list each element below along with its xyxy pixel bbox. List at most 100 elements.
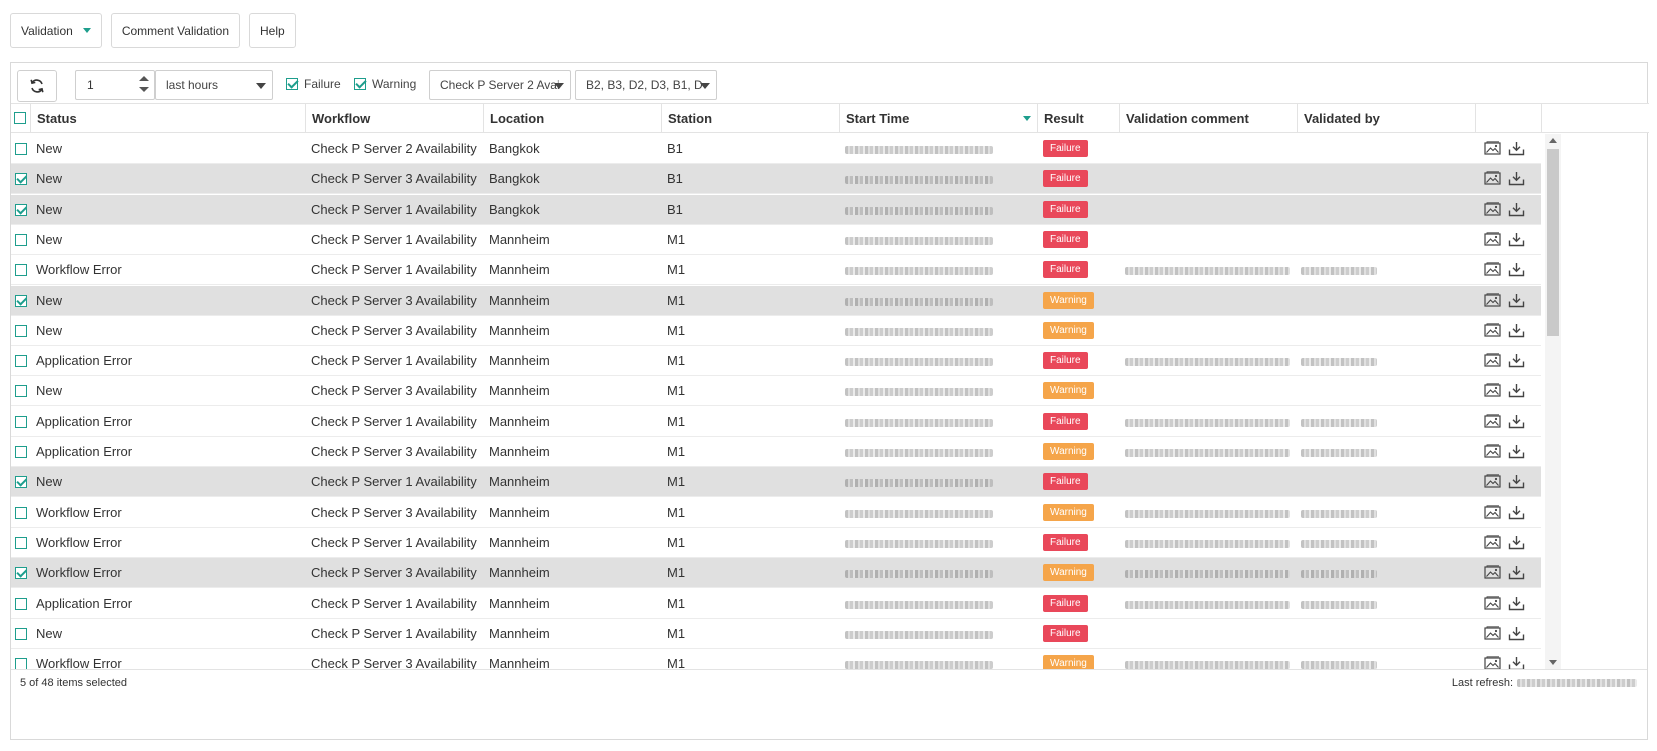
download-icon[interactable] xyxy=(1508,505,1525,520)
download-icon[interactable] xyxy=(1508,565,1525,580)
table-row[interactable]: New Check P Server 2 Availability Bangkok B… xyxy=(11,134,1541,164)
table-row[interactable]: New Check P Server 3 Availability Mannheim… xyxy=(11,376,1541,406)
download-icon[interactable] xyxy=(1508,596,1525,611)
download-icon[interactable] xyxy=(1508,383,1525,398)
image-icon[interactable] xyxy=(1484,232,1501,247)
scroll-down-icon[interactable] xyxy=(1549,660,1557,665)
column-header-validated-by[interactable]: Validated by xyxy=(1298,104,1476,133)
row-checkbox[interactable] xyxy=(15,628,27,640)
image-icon[interactable] xyxy=(1484,535,1501,550)
download-icon[interactable] xyxy=(1508,323,1525,338)
download-icon[interactable] xyxy=(1508,262,1525,277)
download-icon[interactable] xyxy=(1508,232,1525,247)
table-row[interactable]: Workflow Error Check P Server 3 Availabil… xyxy=(11,498,1541,528)
refresh-button[interactable] xyxy=(17,70,57,102)
sort-descending-icon[interactable] xyxy=(1023,116,1031,121)
image-icon[interactable] xyxy=(1484,141,1501,156)
table-row[interactable]: New Check P Server 3 Availability Mannheim… xyxy=(11,316,1541,346)
table-row[interactable]: New Check P Server 1 Availability Mannheim… xyxy=(11,225,1541,255)
scroll-up-icon[interactable] xyxy=(1549,138,1557,143)
column-header-workflow[interactable]: Workflow xyxy=(306,104,484,133)
row-checkbox[interactable] xyxy=(15,476,27,488)
image-icon[interactable] xyxy=(1484,505,1501,520)
image-icon[interactable] xyxy=(1484,656,1501,669)
image-icon[interactable] xyxy=(1484,293,1501,308)
download-icon[interactable] xyxy=(1508,141,1525,156)
row-checkbox[interactable] xyxy=(15,234,27,246)
download-icon[interactable] xyxy=(1508,656,1525,669)
table-row[interactable]: Application Error Check P Server 1 Availa… xyxy=(11,589,1541,619)
download-icon[interactable] xyxy=(1508,626,1525,641)
vertical-scrollbar[interactable] xyxy=(1545,134,1561,669)
row-checkbox[interactable] xyxy=(15,658,27,669)
row-checkbox[interactable] xyxy=(15,143,27,155)
image-icon[interactable] xyxy=(1484,596,1501,611)
count-stepper[interactable]: 1 xyxy=(75,70,155,100)
download-icon[interactable] xyxy=(1508,414,1525,429)
table-row[interactable]: Workflow Error Check P Server 3 Availabil… xyxy=(11,649,1541,669)
period-select[interactable]: last hours xyxy=(155,70,273,100)
image-icon[interactable] xyxy=(1484,414,1501,429)
download-icon[interactable] xyxy=(1508,353,1525,368)
workflow-filter-select[interactable]: Check P Server 2 Avai xyxy=(429,70,571,100)
table-row[interactable]: Application Error Check P Server 1 Availa… xyxy=(11,407,1541,437)
image-icon[interactable] xyxy=(1484,171,1501,186)
row-checkbox[interactable] xyxy=(15,355,27,367)
column-header-start-time[interactable]: Start Time xyxy=(840,104,1038,133)
warning-filter[interactable]: Warning xyxy=(354,77,416,91)
table-row[interactable]: New Check P Server 1 Availability Mannheim… xyxy=(11,467,1541,497)
table-row[interactable]: New Check P Server 3 Availability Mannheim… xyxy=(11,286,1541,316)
table-row[interactable]: Workflow Error Check P Server 1 Availabil… xyxy=(11,528,1541,558)
image-icon[interactable] xyxy=(1484,474,1501,489)
scrollbar-thumb[interactable] xyxy=(1547,149,1559,336)
column-header-status[interactable]: Status xyxy=(31,104,306,133)
column-header-result[interactable]: Result xyxy=(1038,104,1120,133)
failure-checkbox[interactable] xyxy=(286,78,298,90)
row-checkbox[interactable] xyxy=(15,173,27,185)
row-checkbox[interactable] xyxy=(15,446,27,458)
row-checkbox[interactable] xyxy=(15,567,27,579)
table-row[interactable]: New Check P Server 1 Availability Bangkok B… xyxy=(11,195,1541,225)
select-all-checkbox[interactable] xyxy=(14,112,26,124)
stepper-arrows[interactable] xyxy=(139,76,149,92)
image-icon[interactable] xyxy=(1484,383,1501,398)
table-row[interactable]: Workflow Error Check P Server 1 Availabil… xyxy=(11,255,1541,285)
image-icon[interactable] xyxy=(1484,626,1501,641)
row-checkbox[interactable] xyxy=(15,416,27,428)
table-row[interactable]: Application Error Check P Server 1 Availa… xyxy=(11,346,1541,376)
station-filter-select[interactable]: B2, B3, D2, D3, B1, D xyxy=(575,70,717,100)
image-icon[interactable] xyxy=(1484,353,1501,368)
row-checkbox[interactable] xyxy=(15,264,27,276)
download-icon[interactable] xyxy=(1508,202,1525,217)
column-header-station[interactable]: Station xyxy=(662,104,840,133)
warning-checkbox[interactable] xyxy=(354,78,366,90)
row-checkbox[interactable] xyxy=(15,598,27,610)
row-checkbox[interactable] xyxy=(15,385,27,397)
row-checkbox[interactable] xyxy=(15,537,27,549)
stepper-up-icon[interactable] xyxy=(139,76,149,81)
download-icon[interactable] xyxy=(1508,474,1525,489)
row-checkbox[interactable] xyxy=(15,295,27,307)
table-row[interactable]: Application Error Check P Server 3 Availa… xyxy=(11,437,1541,467)
row-checkbox[interactable] xyxy=(15,507,27,519)
download-icon[interactable] xyxy=(1508,535,1525,550)
download-icon[interactable] xyxy=(1508,444,1525,459)
column-header-validation-comment[interactable]: Validation comment xyxy=(1120,104,1298,133)
column-header-location[interactable]: Location xyxy=(484,104,662,133)
table-row[interactable]: New Check P Server 3 Availability Bangkok B… xyxy=(11,164,1541,194)
comment-validation-button[interactable]: Comment Validation xyxy=(110,13,240,48)
image-icon[interactable] xyxy=(1484,565,1501,580)
image-icon[interactable] xyxy=(1484,202,1501,217)
image-icon[interactable] xyxy=(1484,323,1501,338)
table-row[interactable]: Workflow Error Check P Server 3 Availabil… xyxy=(11,558,1541,588)
failure-filter[interactable]: Failure xyxy=(286,77,341,91)
stepper-down-icon[interactable] xyxy=(139,87,149,92)
download-icon[interactable] xyxy=(1508,171,1525,186)
image-icon[interactable] xyxy=(1484,262,1501,277)
validation-dropdown-button[interactable]: Validation xyxy=(10,13,102,48)
image-icon[interactable] xyxy=(1484,444,1501,459)
row-checkbox[interactable] xyxy=(15,204,27,216)
table-row[interactable]: New Check P Server 1 Availability Mannheim… xyxy=(11,619,1541,649)
help-button[interactable]: Help xyxy=(249,13,296,48)
row-checkbox[interactable] xyxy=(15,325,27,337)
